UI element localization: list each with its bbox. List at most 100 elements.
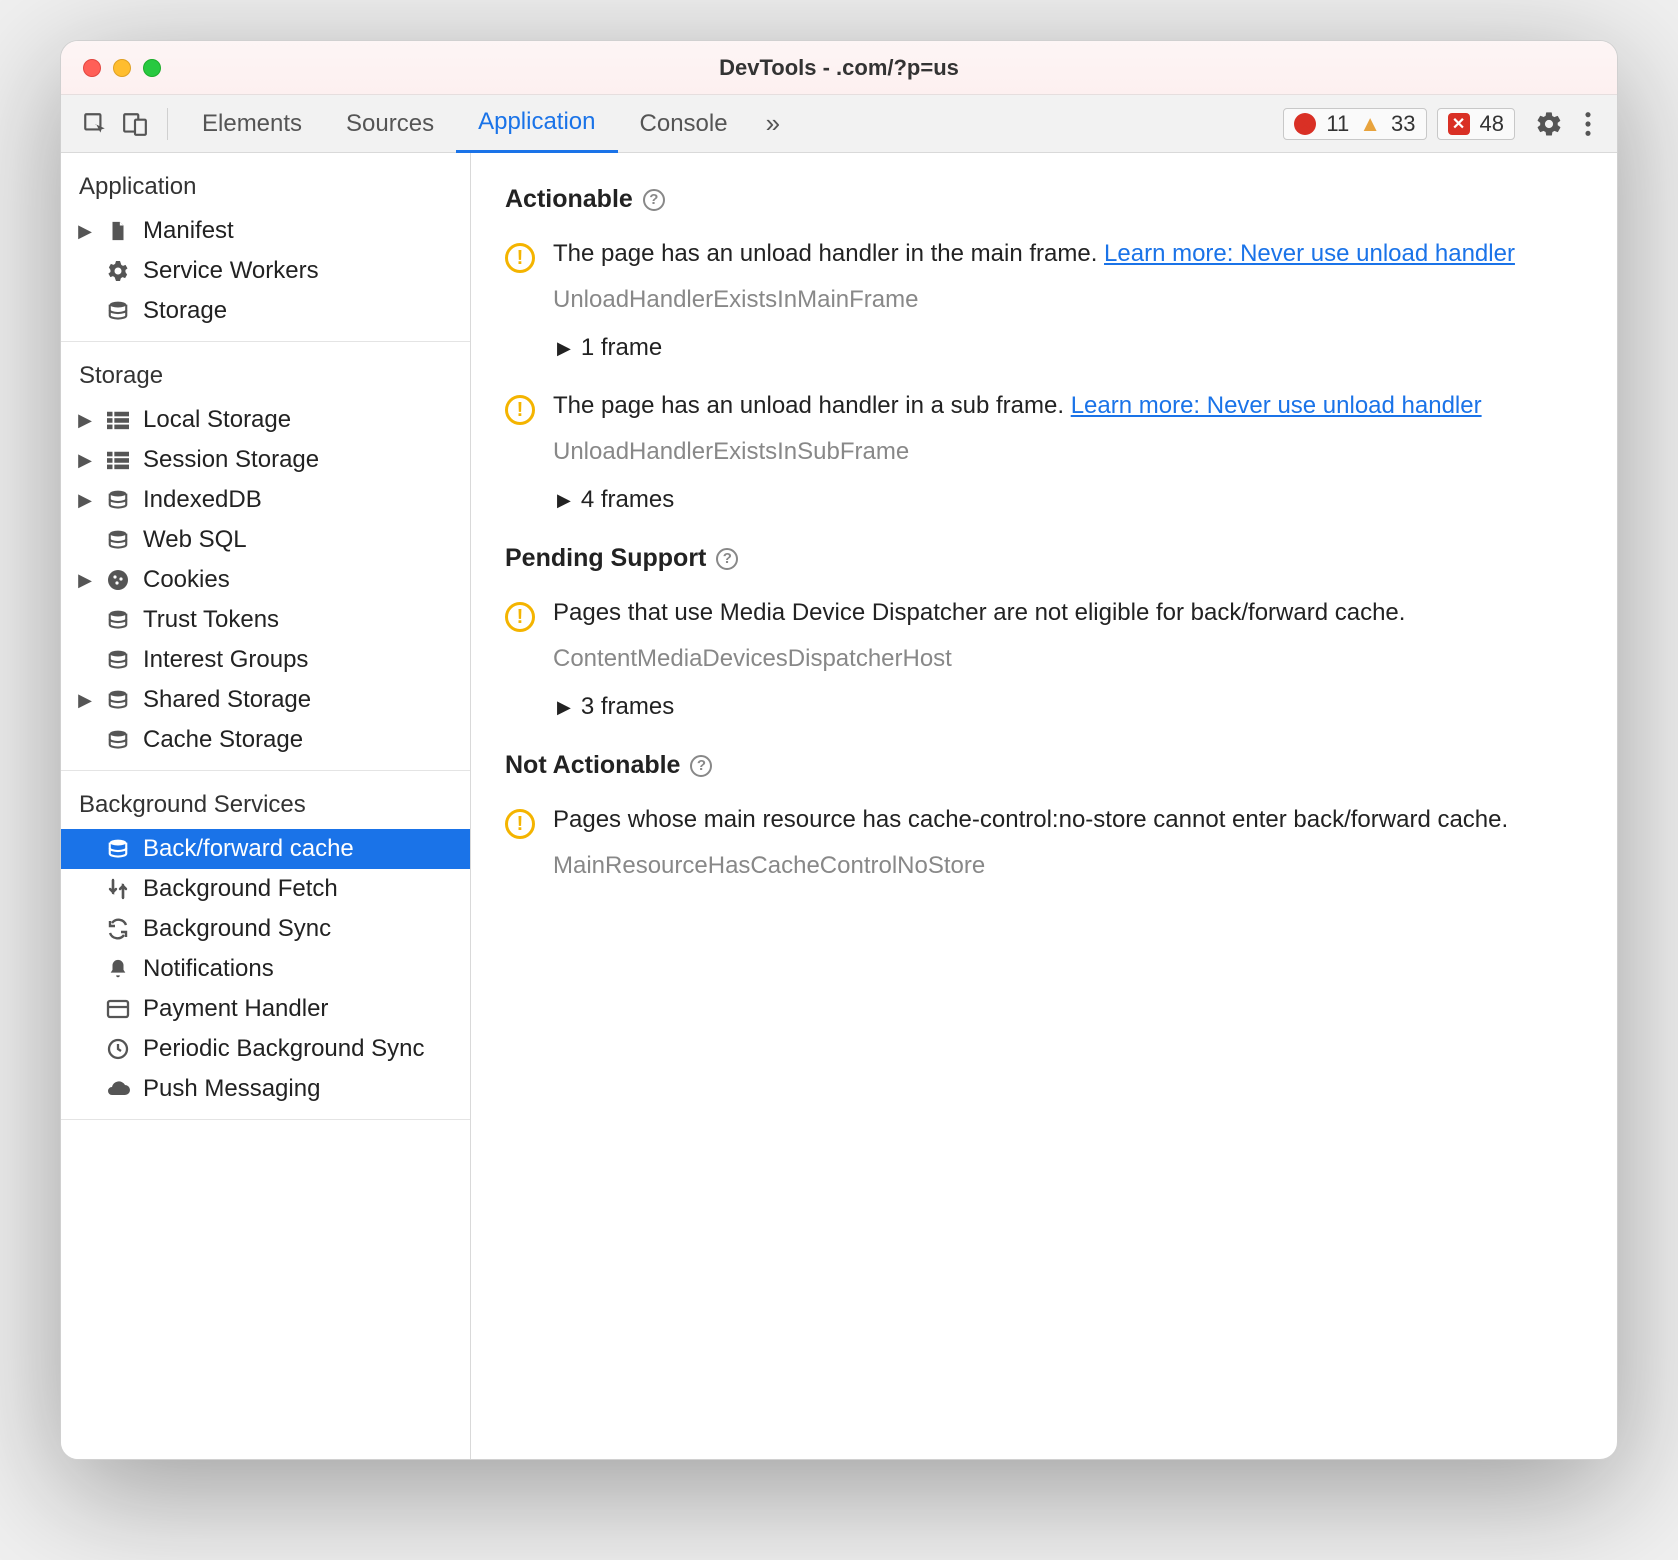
frames-label: 4 frames bbox=[581, 486, 674, 514]
inspect-element-icon[interactable] bbox=[75, 104, 115, 144]
sidebar-item-indexeddb[interactable]: ▶IndexedDB bbox=[61, 480, 470, 520]
sidebar-item-periodic-background-sync[interactable]: ▶Periodic Background Sync bbox=[61, 1029, 470, 1069]
bfcache-panel: Actionable?! The page has an unload handl… bbox=[471, 153, 1617, 1459]
issue-code: UnloadHandlerExistsInSubFrame bbox=[553, 438, 1583, 466]
frames-toggle[interactable]: ▶3 frames bbox=[557, 693, 1583, 721]
storage-icon bbox=[105, 729, 131, 751]
expand-caret-icon: ▶ bbox=[557, 338, 571, 359]
expand-caret-icon[interactable]: ▶ bbox=[77, 490, 93, 511]
sidebar-section: Background Services▶Back/forward cache▶B… bbox=[61, 771, 470, 1120]
issue-row: !Pages that use Media Device Dispatcher … bbox=[505, 599, 1583, 673]
application-sidebar[interactable]: Application▶Manifest▶Service Workers▶Sto… bbox=[61, 153, 471, 1459]
expand-caret-icon[interactable]: ▶ bbox=[77, 221, 93, 242]
tab-console[interactable]: Console bbox=[618, 95, 750, 153]
issue-text: The page has an unload handler in the ma… bbox=[553, 240, 1583, 268]
sync-icon bbox=[105, 917, 131, 941]
learn-more-link[interactable]: Learn more: Never use unload handler bbox=[1071, 392, 1482, 419]
sidebar-item-label: Manifest bbox=[143, 217, 234, 245]
issue-row: ! Pages whose main resource has cache-con… bbox=[505, 806, 1583, 880]
warning-icon: ▲ bbox=[1359, 111, 1381, 137]
devtools-toolbar: Elements Sources Application Console » ✕… bbox=[61, 95, 1617, 153]
issue-text: Pages whose main resource has cache-cont… bbox=[553, 806, 1583, 834]
section-heading-text: Pending Support bbox=[505, 544, 706, 573]
issue-text: The page has an unload handler in a sub … bbox=[553, 392, 1583, 420]
sidebar-item-storage[interactable]: ▶Storage bbox=[61, 291, 470, 331]
sidebar-heading: Storage bbox=[61, 354, 470, 400]
sidebar-item-shared-storage[interactable]: ▶Shared Storage bbox=[61, 680, 470, 720]
help-icon[interactable]: ? bbox=[643, 189, 665, 211]
fetch-icon bbox=[105, 877, 131, 901]
sidebar-item-service-workers[interactable]: ▶Service Workers bbox=[61, 251, 470, 291]
section-heading: Actionable? bbox=[505, 185, 1583, 214]
storage-icon bbox=[105, 489, 131, 511]
sidebar-item-background-fetch[interactable]: ▶Background Fetch bbox=[61, 869, 470, 909]
help-icon[interactable]: ? bbox=[716, 548, 738, 570]
sidebar-item-interest-groups[interactable]: ▶Interest Groups bbox=[61, 640, 470, 680]
frames-label: 3 frames bbox=[581, 693, 674, 721]
issue-message: Pages whose main resource has cache-cont… bbox=[553, 806, 1508, 833]
settings-button[interactable] bbox=[1525, 110, 1573, 138]
expand-caret-icon[interactable]: ▶ bbox=[77, 450, 93, 471]
storage-icon bbox=[105, 609, 131, 631]
tab-elements[interactable]: Elements bbox=[180, 95, 324, 153]
expand-caret-icon[interactable]: ▶ bbox=[77, 570, 93, 591]
section-heading-text: Actionable bbox=[505, 185, 633, 214]
warning-badge-icon: ! bbox=[505, 809, 535, 839]
sidebar-item-manifest[interactable]: ▶ Manifest bbox=[61, 211, 470, 251]
tab-label: Sources bbox=[346, 110, 434, 138]
frames-toggle[interactable]: ▶ 4 frames bbox=[557, 486, 1583, 514]
error-icon: ✕ bbox=[1294, 113, 1316, 135]
issue-text: Pages that use Media Device Dispatcher a… bbox=[553, 599, 1583, 627]
window-close-button[interactable] bbox=[83, 59, 101, 77]
frames-toggle[interactable]: ▶1 frame bbox=[557, 334, 1583, 362]
sidebar-item-background-sync[interactable]: ▶Background Sync bbox=[61, 909, 470, 949]
cookie-icon bbox=[105, 568, 131, 592]
sidebar-section: Application▶Manifest▶Service Workers▶Sto… bbox=[61, 153, 470, 342]
sidebar-heading: Background Services bbox=[61, 783, 470, 829]
sidebar-item-push-messaging[interactable]: ▶Push Messaging bbox=[61, 1069, 470, 1109]
sidebar-item-notifications[interactable]: ▶Notifications bbox=[61, 949, 470, 989]
sidebar-item-trust-tokens[interactable]: ▶Trust Tokens bbox=[61, 600, 470, 640]
traffic-lights bbox=[61, 59, 161, 77]
storage-icon bbox=[105, 649, 131, 671]
separator bbox=[167, 108, 168, 140]
expand-caret-icon[interactable]: ▶ bbox=[77, 690, 93, 711]
kebab-menu-button[interactable] bbox=[1573, 110, 1603, 138]
sidebar-item-session-storage[interactable]: ▶ Session Storage bbox=[61, 440, 470, 480]
tab-label: Application bbox=[478, 108, 595, 136]
sidebar-item-cookies[interactable]: ▶ Cookies bbox=[61, 560, 470, 600]
message-icon: ✕ bbox=[1448, 113, 1470, 135]
sidebar-item-web-sql[interactable]: ▶Web SQL bbox=[61, 520, 470, 560]
clock-icon bbox=[105, 1037, 131, 1061]
sidebar-item-cache-storage[interactable]: ▶Cache Storage bbox=[61, 720, 470, 760]
sidebar-item-payment-handler[interactable]: ▶Payment Handler bbox=[61, 989, 470, 1029]
tab-sources[interactable]: Sources bbox=[324, 95, 456, 153]
sidebar-item-label: Push Messaging bbox=[143, 1075, 320, 1103]
help-icon[interactable]: ? bbox=[690, 755, 712, 777]
window-title: DevTools - .com/?p=us bbox=[61, 55, 1617, 81]
sidebar-item-label: Cookies bbox=[143, 566, 230, 594]
window-minimize-button[interactable] bbox=[113, 59, 131, 77]
learn-more-link[interactable]: Learn more: Never use unload handler bbox=[1104, 240, 1515, 267]
grid-icon bbox=[105, 450, 131, 470]
messages-pill[interactable]: ✕ 48 bbox=[1437, 108, 1515, 140]
error-count: 11 bbox=[1326, 111, 1349, 137]
sidebar-item-label: Notifications bbox=[143, 955, 274, 983]
device-toggle-icon[interactable] bbox=[115, 104, 155, 144]
sidebar-item-label: Session Storage bbox=[143, 446, 319, 474]
issue-code: UnloadHandlerExistsInMainFrame bbox=[553, 286, 1583, 314]
window-zoom-button[interactable] bbox=[143, 59, 161, 77]
sidebar-item-label: Service Workers bbox=[143, 257, 319, 285]
sidebar-item-label: Web SQL bbox=[143, 526, 247, 554]
sidebar-item-back-forward-cache[interactable]: ▶Back/forward cache bbox=[61, 829, 470, 869]
sidebar-item-local-storage[interactable]: ▶Local Storage bbox=[61, 400, 470, 440]
sidebar-section: Storage▶Local Storage▶Session Storage▶In… bbox=[61, 342, 470, 771]
more-tabs-button[interactable]: » bbox=[750, 108, 796, 139]
tab-application[interactable]: Application bbox=[456, 95, 617, 153]
issue-message: The page has an unload handler in a sub … bbox=[553, 392, 1071, 419]
expand-caret-icon: ▶ bbox=[557, 490, 571, 511]
issue-body: Pages whose main resource has cache-cont… bbox=[553, 806, 1583, 880]
titlebar: DevTools - .com/?p=us bbox=[61, 41, 1617, 95]
errors-warnings-pill[interactable]: ✕ 11 ▲ 33 bbox=[1283, 108, 1426, 140]
expand-caret-icon[interactable]: ▶ bbox=[77, 410, 93, 431]
